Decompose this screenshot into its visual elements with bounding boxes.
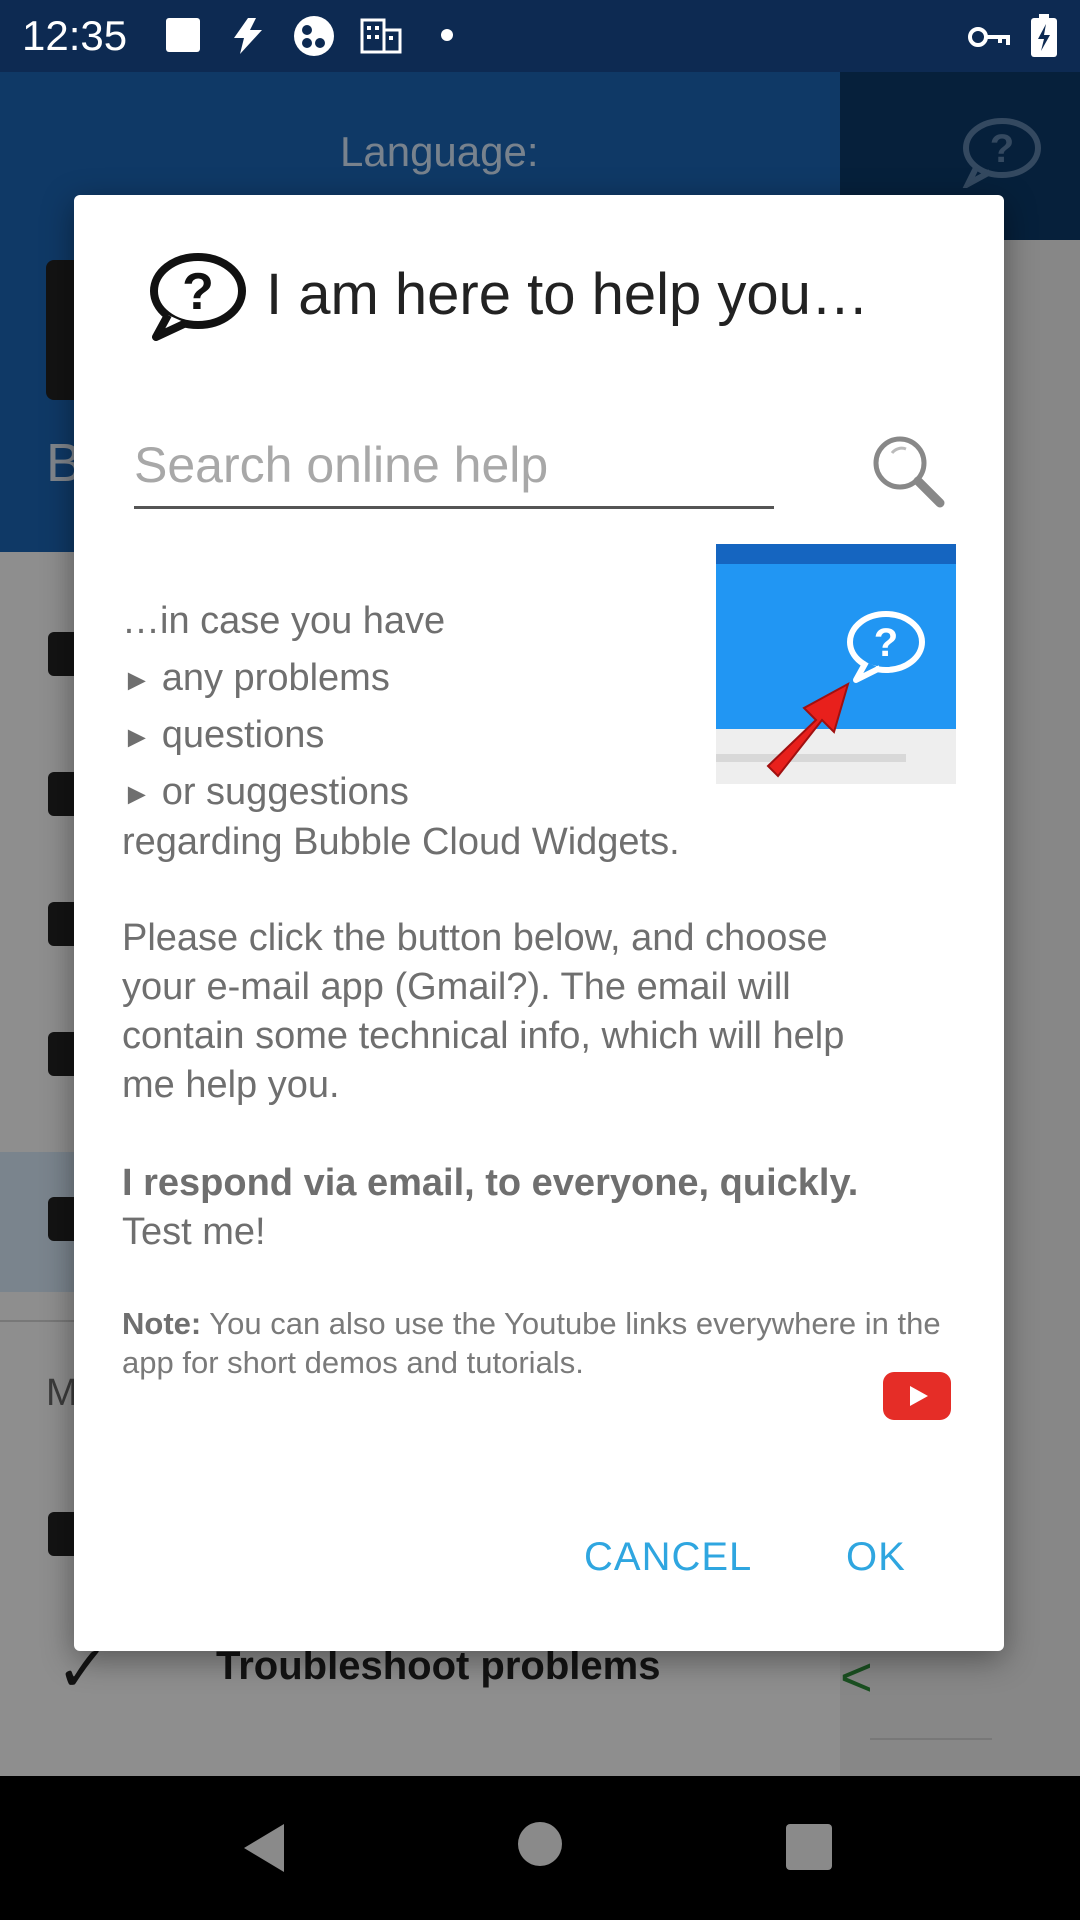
ok-button[interactable]: OK xyxy=(846,1535,906,1580)
bolt-icon xyxy=(234,18,262,54)
cancel-button[interactable]: CANCEL xyxy=(584,1535,752,1580)
app-circle-icon xyxy=(294,16,334,56)
help-dialog: ? I am here to help you… ? …in case you … xyxy=(74,195,1004,1651)
respond-text: I respond via email, to everyone, quickl… xyxy=(122,1162,859,1204)
note-body: You can also use the Youtube links every… xyxy=(122,1306,941,1380)
test-me-text: Test me! xyxy=(122,1211,266,1253)
help-button-illustration: ? xyxy=(716,544,956,784)
recents-icon[interactable] xyxy=(786,1824,832,1870)
bullet-label: any problems xyxy=(161,657,390,699)
intro-text: …in case you have xyxy=(122,600,446,642)
svg-text:?: ? xyxy=(874,621,898,665)
dot-icon xyxy=(441,29,453,41)
bullet-problems: ► any problems xyxy=(122,657,390,700)
vpn-key-icon xyxy=(968,27,1010,47)
status-bar: 12:35 xyxy=(0,0,1080,72)
search-icon[interactable] xyxy=(870,433,946,509)
bullet-label: questions xyxy=(161,714,325,756)
square-notification-icon xyxy=(166,18,200,52)
dialog-title: I am here to help you… xyxy=(266,262,869,327)
note-text: Note: You can also use the Youtube links… xyxy=(122,1304,942,1382)
regarding-text: regarding Bubble Cloud Widgets. xyxy=(122,821,680,863)
svg-text:?: ? xyxy=(182,263,214,321)
bullet-label: or suggestions xyxy=(161,771,409,813)
bullet-glyph: ► xyxy=(122,664,152,697)
status-time: 12:35 xyxy=(22,12,128,59)
building-icon xyxy=(360,18,402,54)
battery-charging-icon xyxy=(1031,14,1057,57)
instructions-line-2: your e-mail app (Gmail?). The email will xyxy=(122,966,791,1008)
navigation-bar xyxy=(0,1776,1080,1920)
bullet-glyph: ► xyxy=(122,778,152,811)
search-input[interactable] xyxy=(134,423,774,509)
bullet-questions: ► questions xyxy=(122,714,324,757)
instructions-line-3: contain some technical info, which will … xyxy=(122,1015,845,1057)
bullet-suggestions: ► or suggestions xyxy=(122,771,409,814)
instructions-line-1: Please click the button below, and choos… xyxy=(122,917,828,959)
note-label: Note: xyxy=(122,1306,202,1341)
youtube-icon[interactable] xyxy=(882,1371,952,1421)
bullet-glyph: ► xyxy=(122,721,152,754)
home-icon[interactable] xyxy=(518,1822,562,1866)
instructions-line-4: me help you. xyxy=(122,1064,340,1106)
help-bubble-icon: ? xyxy=(150,253,246,341)
back-icon[interactable] xyxy=(240,1822,288,1874)
